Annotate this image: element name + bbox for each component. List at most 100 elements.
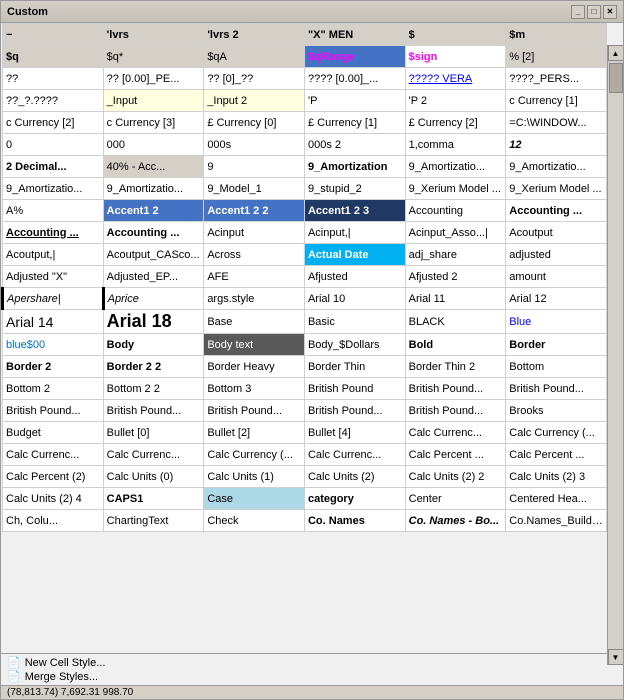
table-cell[interactable]: Bottom 2 2 <box>103 378 204 400</box>
table-cell[interactable]: Accounting <box>405 200 506 222</box>
table-cell[interactable]: c Currency [1] <box>506 90 607 112</box>
table-cell[interactable]: Acinput <box>204 222 305 244</box>
table-cell[interactable]: Calc Percent (2) <box>3 466 104 488</box>
table-cell[interactable]: Accounting ... <box>506 200 607 222</box>
table-cell[interactable]: Accent1 2 <box>103 200 204 222</box>
table-cell[interactable]: £ Currency [1] <box>304 112 405 134</box>
table-row[interactable]: Calc Units (2) 4CAPS1CasecategoryCenterC… <box>3 488 607 510</box>
table-cell[interactable]: 9_Amortizatio... <box>3 178 104 200</box>
table-cell[interactable]: Bullet [0] <box>103 422 204 444</box>
table-row[interactable]: Bottom 2Bottom 2 2Bottom 3British PoundB… <box>3 378 607 400</box>
table-cell[interactable]: 9_Amortizatio... <box>405 156 506 178</box>
table-cell[interactable]: _Input 2 <box>204 90 305 112</box>
table-cell[interactable]: args.style <box>204 288 305 310</box>
table-row[interactable]: Accounting ...Accounting ...AcinputAcinp… <box>3 222 607 244</box>
table-cell[interactable]: ????? VERA <box>405 68 506 90</box>
table-cell[interactable]: adjusted <box>506 244 607 266</box>
table-row[interactable]: $q$q*$qA$qRange$sign% [2] <box>3 46 607 68</box>
close-button[interactable]: ✕ <box>603 5 617 19</box>
table-row[interactable]: ???? [0.00]_PE...?? [0]_?????? [0.00]_..… <box>3 68 607 90</box>
table-cell[interactable]: Bottom 3 <box>204 378 305 400</box>
table-row[interactable]: Adjusted "X"Adjusted_EP...AFEAfjustedAfj… <box>3 266 607 288</box>
table-cell[interactable]: category <box>304 488 405 510</box>
table-row[interactable]: blue$00BodyBody textBody_$DollarsBoldBor… <box>3 334 607 356</box>
table-cell[interactable]: AFE <box>204 266 305 288</box>
table-cell[interactable]: Actual Date <box>304 244 405 266</box>
table-cell[interactable]: "X" MEN <box>304 24 405 46</box>
table-cell[interactable]: c Currency [3] <box>103 112 204 134</box>
table-cell[interactable]: 'P <box>304 90 405 112</box>
table-cell[interactable]: Arial 11 <box>405 288 506 310</box>
table-cell[interactable]: Acinput_Asso...| <box>405 222 506 244</box>
table-cell[interactable]: ChartingText <box>103 510 204 532</box>
table-cell[interactable]: Centered Hea... <box>506 488 607 510</box>
table-cell[interactable]: British Pound... <box>204 400 305 422</box>
table-row[interactable]: Apershare|Apriceargs.styleArial 10Arial … <box>3 288 607 310</box>
table-cell[interactable]: Bullet [2] <box>204 422 305 444</box>
table-cell[interactable]: Calc Units (2) <box>304 466 405 488</box>
table-cell[interactable]: Calc Percent ... <box>405 444 506 466</box>
table-cell[interactable]: Accent1 2 3 <box>304 200 405 222</box>
table-row[interactable]: A%Accent1 2Accent1 2 2Accent1 2 3Account… <box>3 200 607 222</box>
table-cell[interactable]: Calc Currenc... <box>103 444 204 466</box>
table-cell[interactable]: £ Currency [2] <box>405 112 506 134</box>
table-row[interactable]: ??_?.????_Input_Input 2'P'P 2c Currency … <box>3 90 607 112</box>
table-cell[interactable]: Across <box>204 244 305 266</box>
table-cell[interactable]: Border Heavy <box>204 356 305 378</box>
table-cell[interactable]: Border Thin <box>304 356 405 378</box>
table-cell[interactable]: Calc Units (2) 2 <box>405 466 506 488</box>
table-row[interactable]: −'lvrs'lvrs 2"X" MEN$$m <box>3 24 607 46</box>
table-cell[interactable]: c Currency [2] <box>3 112 104 134</box>
table-cell[interactable]: Co. Names - Bo... <box>405 510 506 532</box>
table-cell[interactable]: Acoutput <box>506 222 607 244</box>
table-cell[interactable]: 9 <box>204 156 305 178</box>
table-cell[interactable]: Border 2 2 <box>103 356 204 378</box>
table-row[interactable]: British Pound...British Pound...British … <box>3 400 607 422</box>
table-cell[interactable]: Calc Percent ... <box>506 444 607 466</box>
table-cell[interactable]: Calc Units (1) <box>204 466 305 488</box>
table-cell[interactable]: 12 <box>506 134 607 156</box>
table-cell[interactable]: Arial 14 <box>3 310 104 334</box>
table-cell[interactable]: $qA <box>204 46 305 68</box>
table-cell[interactable]: Adjusted "X" <box>3 266 104 288</box>
table-cell[interactable]: 9_Xerium Model ... <box>506 178 607 200</box>
table-cell[interactable]: ?? [0.00]_PE... <box>103 68 204 90</box>
table-cell[interactable]: Co.Names_Buildup... <box>506 510 607 532</box>
table-cell[interactable]: Calc Currency (... <box>204 444 305 466</box>
table-cell[interactable]: 9_Amortizatio... <box>506 156 607 178</box>
table-cell[interactable]: $qRange <box>304 46 405 68</box>
table-cell[interactable]: Arial 18 <box>103 310 204 334</box>
table-cell[interactable]: Border 2 <box>3 356 104 378</box>
table-cell[interactable]: Bottom 2 <box>3 378 104 400</box>
table-cell[interactable]: Bold <box>405 334 506 356</box>
table-row[interactable]: Border 2Border 2 2Border HeavyBorder Thi… <box>3 356 607 378</box>
table-cell[interactable]: Co. Names <box>304 510 405 532</box>
table-cell[interactable]: Border Thin 2 <box>405 356 506 378</box>
table-cell[interactable]: 9_stupid_2 <box>304 178 405 200</box>
table-cell[interactable]: Body text <box>204 334 305 356</box>
table-cell[interactable]: Case <box>204 488 305 510</box>
table-cell[interactable]: 1,comma <box>405 134 506 156</box>
table-cell[interactable]: Calc Currenc... <box>3 444 104 466</box>
table-cell[interactable]: Calc Units (0) <box>103 466 204 488</box>
table-cell[interactable]: Acoutput,| <box>3 244 104 266</box>
table-cell[interactable]: $q <box>3 46 104 68</box>
table-cell[interactable]: Bottom <box>506 356 607 378</box>
table-row[interactable]: Acoutput,|Acoutput_CASco...AcrossActual … <box>3 244 607 266</box>
table-row[interactable]: Calc Currenc...Calc Currenc...Calc Curre… <box>3 444 607 466</box>
table-cell[interactable]: CAPS1 <box>103 488 204 510</box>
table-cell[interactable]: Accounting ... <box>3 222 104 244</box>
table-cell[interactable]: British Pound... <box>304 400 405 422</box>
table-cell[interactable]: British Pound... <box>405 400 506 422</box>
table-cell[interactable]: British Pound... <box>103 400 204 422</box>
table-cell[interactable]: amount <box>506 266 607 288</box>
table-cell[interactable]: Calc Units (2) 4 <box>3 488 104 510</box>
table-cell[interactable]: Afjusted 2 <box>405 266 506 288</box>
table-cell[interactable]: $ <box>405 24 506 46</box>
table-cell[interactable]: adj_share <box>405 244 506 266</box>
table-cell[interactable]: Ch, Colu... <box>3 510 104 532</box>
table-cell[interactable]: Arial 12 <box>506 288 607 310</box>
table-cell[interactable]: Calc Units (2) 3 <box>506 466 607 488</box>
table-cell[interactable]: Body_$Dollars <box>304 334 405 356</box>
table-cell[interactable]: British Pound... <box>506 378 607 400</box>
